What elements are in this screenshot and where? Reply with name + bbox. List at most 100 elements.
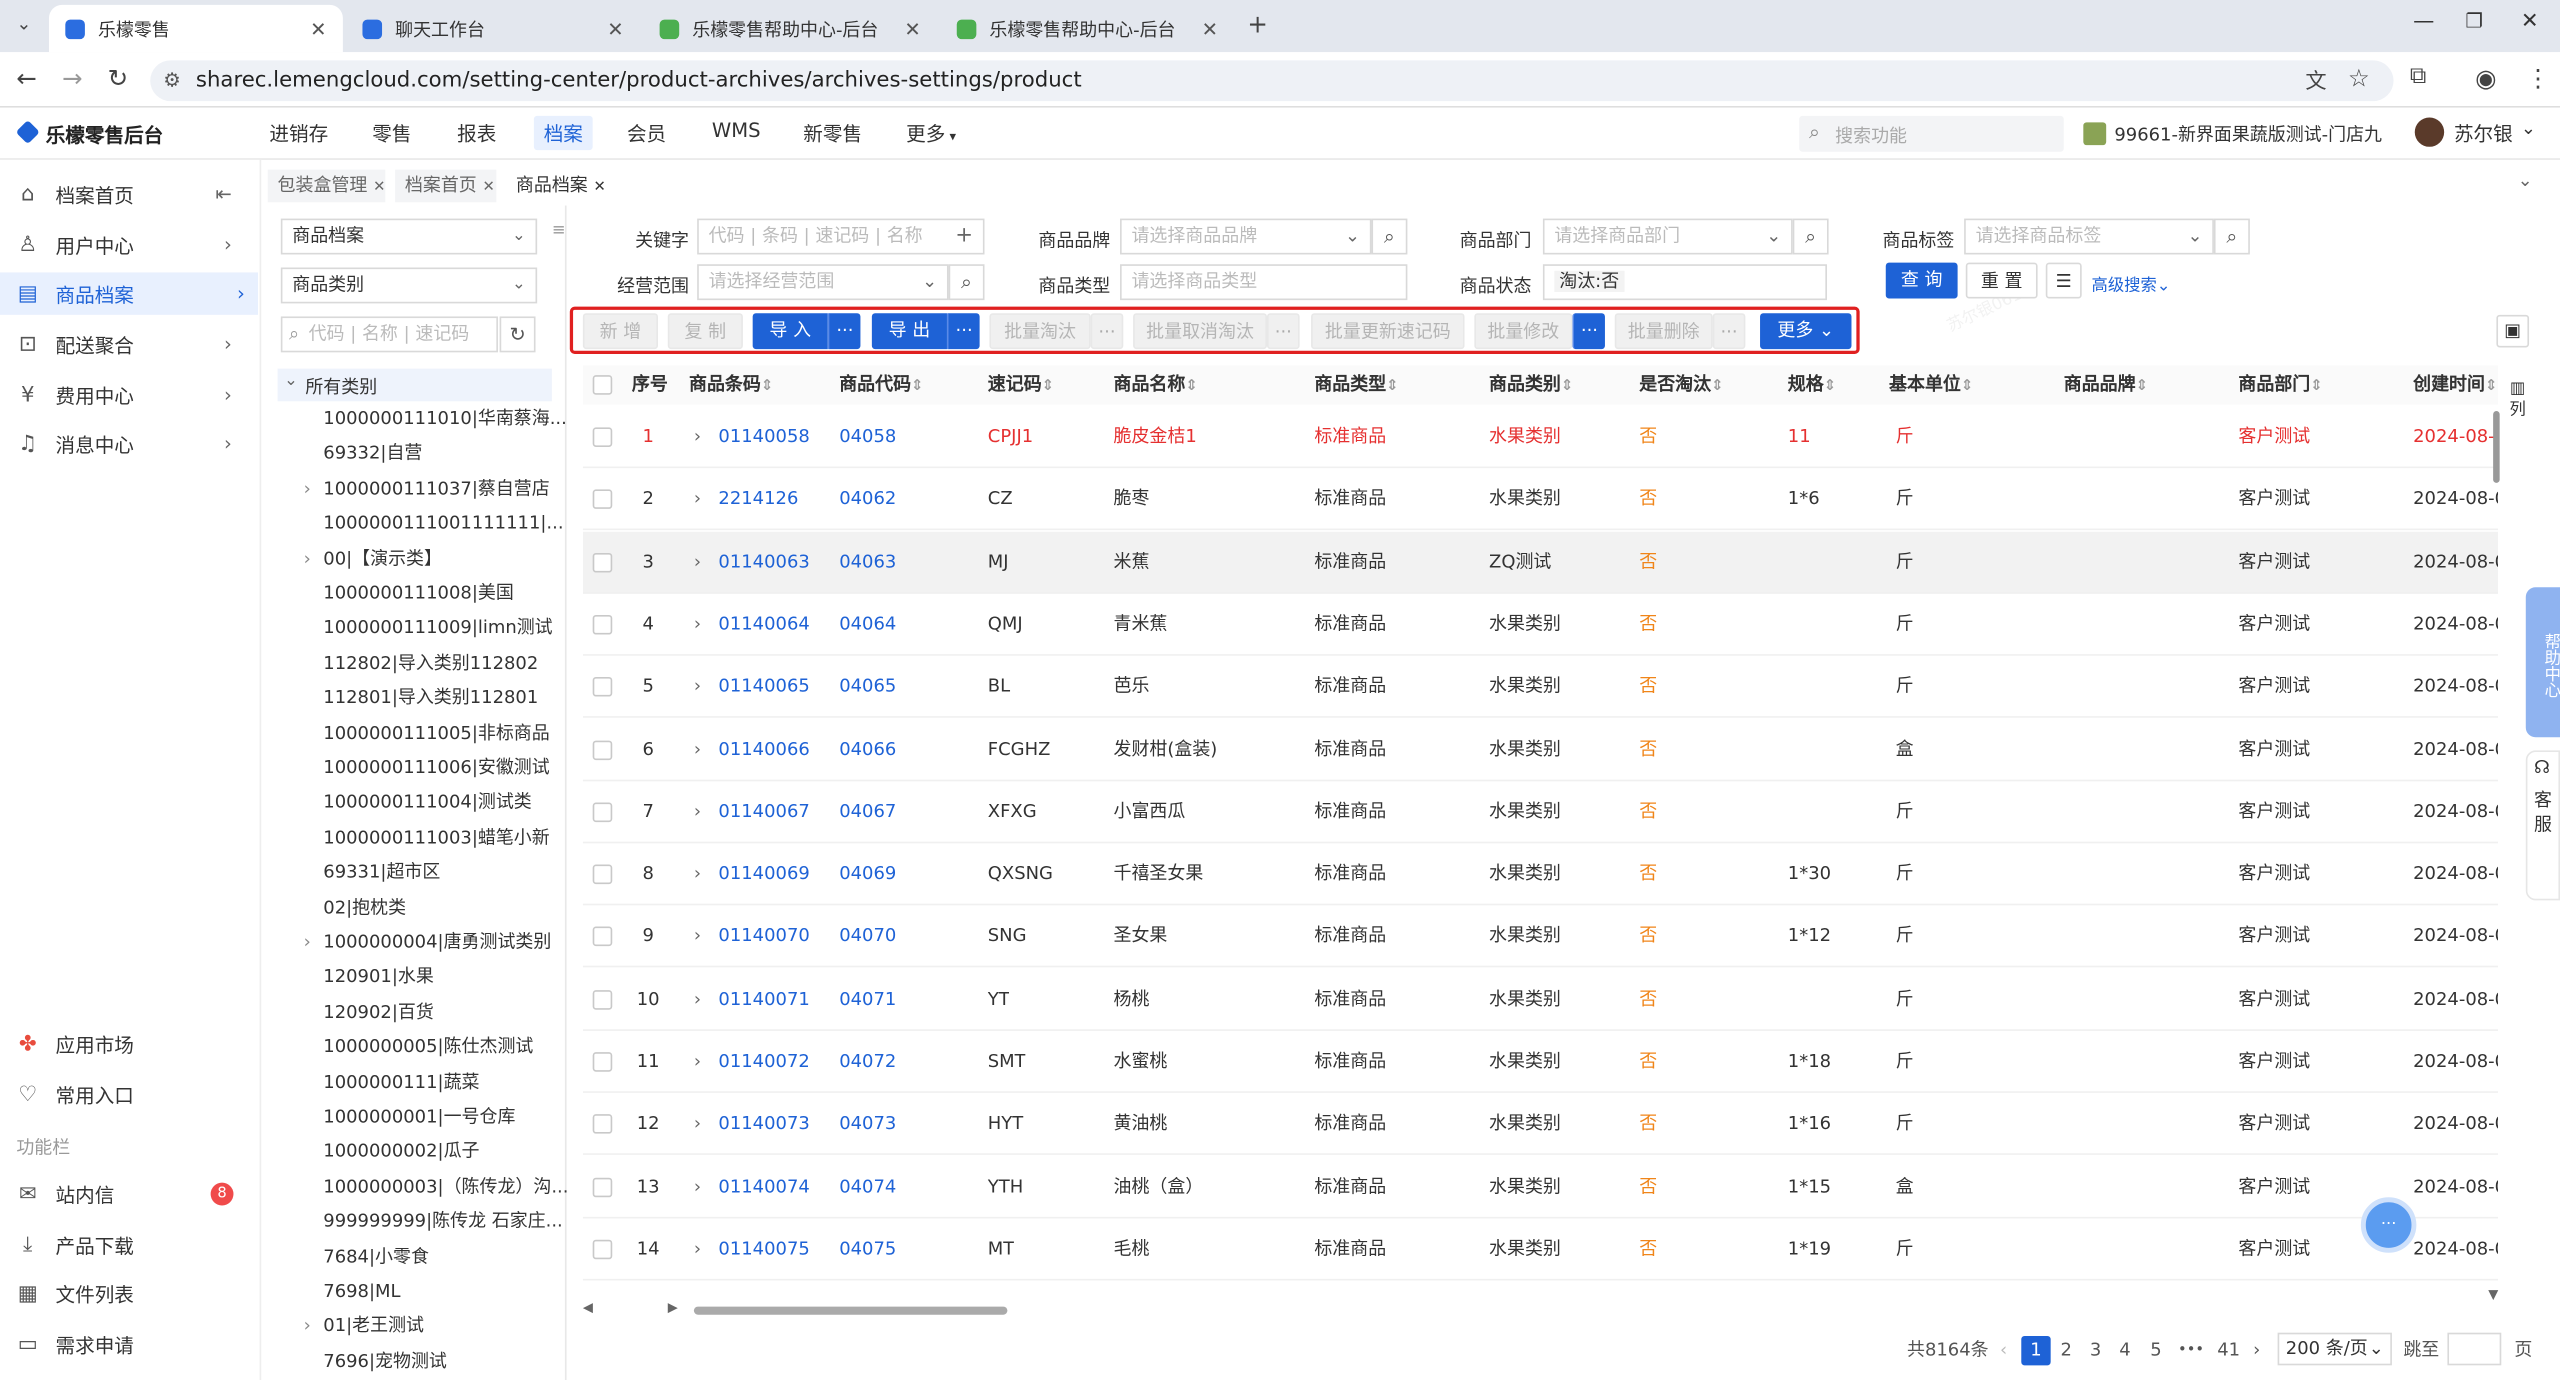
barcode-link[interactable]: 01140070 — [718, 906, 809, 968]
forward-icon[interactable]: → — [62, 64, 83, 93]
batch-uneliminate-button[interactable]: 批量取消淘汰 — [1133, 313, 1267, 350]
expand-row-icon[interactable]: › — [694, 781, 701, 843]
row-checkbox[interactable] — [592, 1114, 613, 1135]
scope-search-button[interactable]: ⌕ — [948, 264, 985, 301]
batch-update-code-button[interactable]: 批量更新速记码 — [1311, 313, 1465, 350]
expand-row-icon[interactable]: › — [694, 594, 701, 656]
code-link[interactable]: 04062 — [839, 469, 896, 531]
close-window-icon[interactable]: ✕ — [2521, 10, 2539, 34]
collapse-sidebar-icon[interactable]: ⇤ — [215, 183, 231, 206]
brand-select[interactable]: 请选择商品品牌 ⌄ — [1120, 218, 1372, 255]
batch-eliminate-button[interactable]: 批量淘汰 — [989, 313, 1091, 350]
col-header-code[interactable]: 商品代码⇕ — [839, 365, 924, 405]
page-2[interactable]: 2 — [2060, 1336, 2071, 1365]
brand-search-button[interactable]: ⌕ — [1371, 218, 1408, 255]
code-link[interactable]: 04069 — [839, 843, 896, 905]
sidebar-item-fee-center[interactable]: ¥ 费用中心 › — [16, 374, 245, 416]
row-checkbox[interactable] — [592, 552, 613, 572]
nav-new-retail[interactable]: 新零售 — [803, 119, 862, 147]
close-icon[interactable]: ✕ — [593, 179, 605, 195]
table-row[interactable]: › 4 01140064 04064 QMJ 青米蕉 标准商品 水果类别 否 斤 客户测试 2024-… — [582, 594, 2499, 656]
col-header-unit[interactable]: 基本单位⇕ — [1889, 365, 1974, 405]
page-tab-archive-home[interactable]: 档案首页 ✕ — [395, 169, 497, 203]
table-row[interactable]: › 3 01140063 04063 MJ 米蕉 标准商品 ZQ测试 否 斤 客户测试 2024-08… — [582, 531, 2499, 594]
sidebar-item-inbox[interactable]: ✉ 站内信 8 — [16, 1173, 245, 1215]
prev-page-icon[interactable]: ‹ — [2000, 1336, 2007, 1365]
advanced-search-link[interactable]: 高级搜索⌄ — [2091, 271, 2170, 295]
reset-button[interactable]: 重 置 — [1965, 262, 2038, 299]
row-checkbox[interactable] — [592, 989, 613, 1010]
vertical-scrollbar[interactable] — [2493, 411, 2500, 483]
barcode-link[interactable]: 01140075 — [718, 1218, 809, 1280]
page-3[interactable]: 3 — [2090, 1336, 2101, 1365]
nav-members[interactable]: 会员 — [627, 119, 666, 147]
tree-node[interactable]: 999999999|陈传龙 石家庄... — [323, 1206, 562, 1239]
table-row[interactable]: › 9 01140070 04070 SNG 圣女果 标准商品 水果类别 否 1*12 斤 客户测试 2… — [582, 906, 2499, 968]
close-icon[interactable]: ✕ — [482, 179, 494, 195]
code-link[interactable]: 04070 — [839, 906, 896, 968]
page-41[interactable]: 41 — [2217, 1336, 2240, 1365]
table-row[interactable]: › 10 01140071 04071 YT 杨桃 标准商品 水果类别 否 斤 客户测试 2024-0… — [582, 968, 2499, 1031]
back-icon[interactable]: ← — [16, 64, 37, 93]
col-header-brand[interactable]: 商品品牌⇕ — [2063, 365, 2148, 405]
archive-type-select[interactable]: 商品档案 ⌄ — [280, 218, 538, 255]
tree-node[interactable]: 120902|百货 — [323, 996, 434, 1029]
sidebar-item-message-center[interactable]: ♫ 消息中心 › — [16, 422, 245, 464]
expand-row-icon[interactable]: › — [694, 656, 701, 718]
barcode-link[interactable]: 01140064 — [718, 594, 809, 656]
type-select[interactable]: 请选择商品类型 — [1120, 264, 1408, 301]
tree-node[interactable]: 1000000003|（陈传龙）沟... — [323, 1171, 568, 1204]
column-settings-button[interactable]: ▥ 列 — [2506, 378, 2529, 420]
code-link[interactable]: 04065 — [839, 656, 896, 718]
table-row[interactable]: › 2 2214126 04062 CZ 脆枣 标准商品 水果类别 否 1*6 斤 客户测试 2024-… — [582, 469, 2499, 531]
expand-row-icon[interactable]: › — [694, 406, 701, 468]
close-tab-icon[interactable]: ✕ — [1202, 17, 1218, 40]
add-button[interactable]: 新 增 — [582, 313, 658, 350]
col-header-created[interactable]: 创建时间⇕ — [2413, 365, 2499, 405]
user-avatar[interactable] — [2414, 117, 2445, 147]
barcode-link[interactable]: 01140072 — [718, 1031, 809, 1093]
row-checkbox[interactable] — [592, 864, 613, 885]
page-5[interactable]: 5 — [2150, 1336, 2161, 1365]
calendar-settings-button[interactable]: ▣ — [2496, 314, 2530, 348]
barcode-link[interactable]: 01140058 — [718, 406, 809, 468]
tree-node[interactable]: 1000000111006|安徽测试 — [323, 752, 549, 785]
browser-tab-1[interactable]: 乐檬零售 ✕ — [48, 4, 343, 53]
tree-root-row[interactable]: ⌄ 所有类别 — [277, 368, 552, 402]
dept-search-button[interactable]: ⌕ — [1792, 218, 1829, 255]
table-row[interactable]: › 11 01140072 04072 SMT 水蜜桃 标准商品 水果类别 否 1*18 斤 客户测试… — [582, 1031, 2499, 1093]
batch-delete-button[interactable]: 批量删除 — [1614, 313, 1713, 350]
export-button[interactable]: 导 出 — [871, 313, 947, 350]
tree-node[interactable]: › 1000000111037|蔡自营店 — [304, 473, 550, 506]
code-link[interactable]: 04074 — [839, 1156, 896, 1218]
page-1[interactable]: 1 — [2021, 1335, 2051, 1366]
panel-toggle-icon[interactable]: ≡ — [552, 222, 566, 240]
table-row[interactable]: › 5 01140065 04065 BL 芭乐 标准商品 水果类别 否 斤 客户测试 2024-08… — [582, 656, 2499, 719]
import-button[interactable]: 导 入 — [752, 313, 828, 350]
jump-page-input[interactable] — [2447, 1332, 2502, 1366]
expand-row-icon[interactable]: › — [694, 1156, 701, 1218]
code-link[interactable]: 04064 — [839, 594, 896, 656]
tree-node[interactable]: 7684|小零食 — [323, 1241, 429, 1274]
chevron-right-icon[interactable]: › — [304, 473, 311, 506]
browser-tab-4[interactable]: 乐檬零售帮助中心-后台 ✕ — [940, 5, 1234, 52]
code-link[interactable]: 04075 — [839, 1218, 896, 1280]
nav-retail[interactable]: 零售 — [372, 119, 411, 147]
close-icon[interactable]: ✕ — [373, 179, 385, 195]
dept-select[interactable]: 请选择商品部门 ⌄ — [1542, 218, 1793, 255]
tree-search-input[interactable]: ⌕ 代码 | 名称 | 速记码 — [280, 316, 498, 353]
keyword-input[interactable]: 代码 | 条码 | 速记码 | 名称 + — [697, 218, 985, 255]
horizontal-scrollbar-thumb[interactable] — [693, 1306, 1008, 1315]
sidebar-item-archive-home[interactable]: ⌂ 档案首页 ⇤ — [16, 173, 245, 215]
col-header-category[interactable]: 商品类别⇕ — [1489, 365, 1574, 405]
tree-node[interactable]: 69331|超市区 — [323, 857, 440, 890]
barcode-link[interactable]: 01140063 — [718, 531, 809, 593]
expand-row-icon[interactable]: › — [694, 1093, 701, 1155]
chevron-right-icon[interactable]: › — [304, 543, 311, 576]
row-checkbox[interactable] — [592, 614, 613, 635]
tree-node[interactable]: › 01|老王测试 — [304, 1310, 424, 1343]
col-header-quick[interactable]: 速记码⇕ — [987, 365, 1054, 405]
row-checkbox[interactable] — [592, 802, 613, 822]
page-tab-product-archive[interactable]: 商品档案 ✕ — [506, 169, 611, 203]
tree-type-select[interactable]: 商品类别 ⌄ — [280, 267, 538, 304]
